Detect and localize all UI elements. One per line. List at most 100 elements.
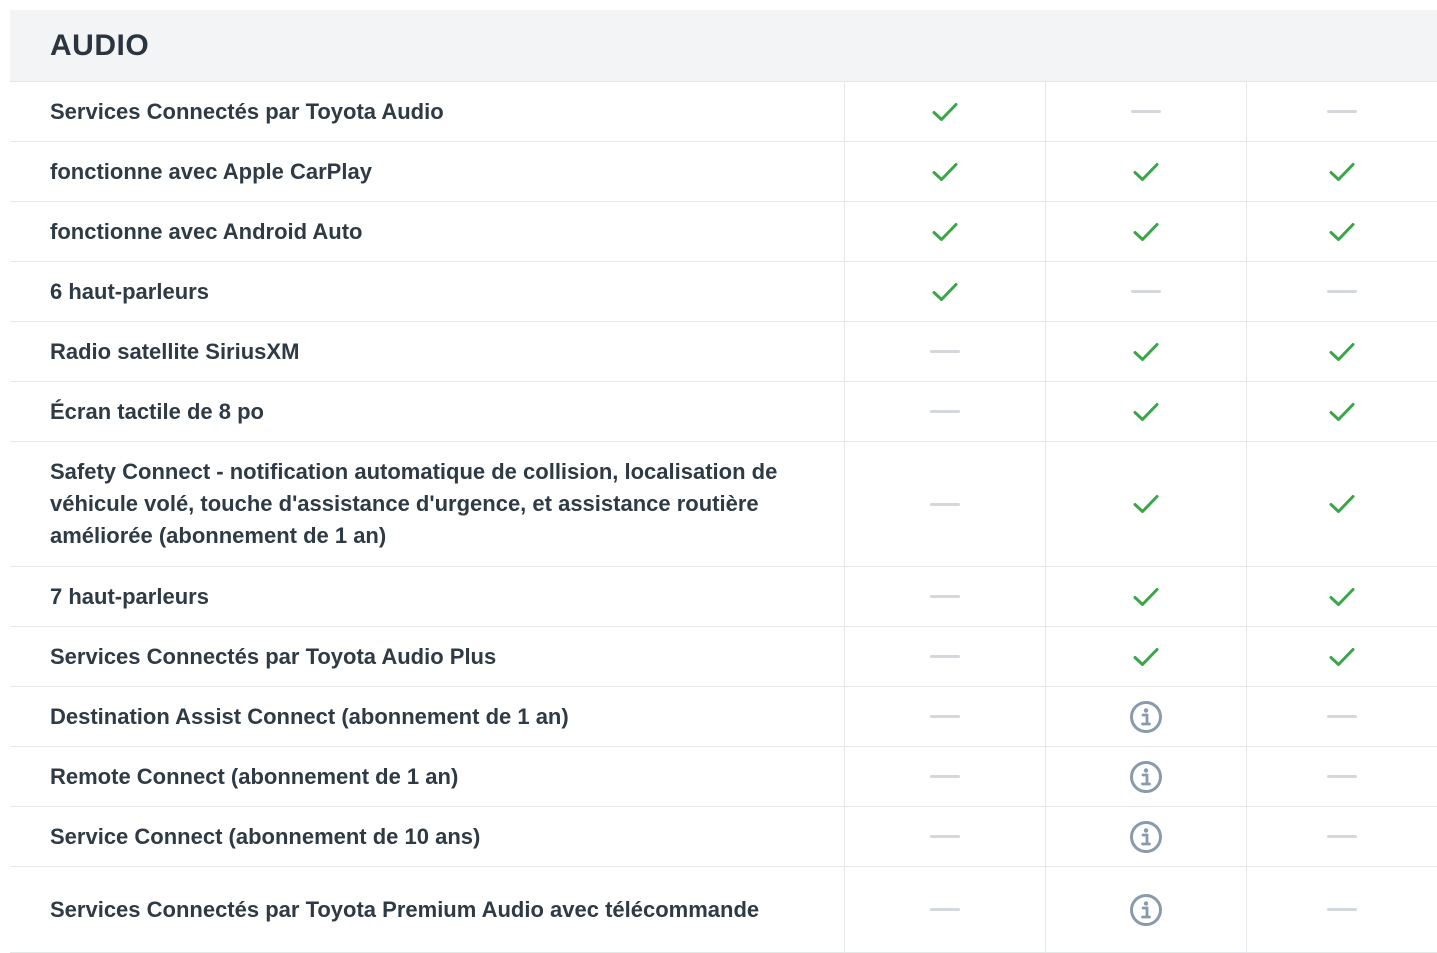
info-icon[interactable] bbox=[1129, 700, 1163, 734]
feature-row: Services Connectés par Toyota Audio bbox=[10, 82, 1437, 142]
trim-cell-1 bbox=[845, 807, 1046, 866]
trim-cell-1 bbox=[845, 322, 1046, 381]
trim-cell-3 bbox=[1247, 807, 1437, 866]
info-icon[interactable] bbox=[1129, 820, 1163, 854]
dash-icon bbox=[1131, 290, 1161, 293]
trim-cell-1 bbox=[845, 202, 1046, 261]
feature-row: 6 haut-parleurs bbox=[10, 262, 1437, 322]
trim-cell-1 bbox=[845, 567, 1046, 626]
section-title: AUDIO bbox=[50, 28, 150, 62]
dash-icon bbox=[1327, 835, 1357, 838]
check-icon bbox=[1329, 587, 1355, 607]
feature-label: 6 haut-parleurs bbox=[10, 262, 845, 321]
feature-label: Services Connectés par Toyota Audio bbox=[10, 82, 845, 141]
trim-cell-1 bbox=[845, 627, 1046, 686]
feature-row: Services Connectés par Toyota Audio Plus bbox=[10, 627, 1437, 687]
feature-label: Remote Connect (abonnement de 1 an) bbox=[10, 747, 845, 806]
check-icon bbox=[932, 102, 958, 122]
dash-icon bbox=[930, 655, 960, 658]
feature-row: Safety Connect - notification automatiqu… bbox=[10, 442, 1437, 567]
feature-row: Services Connectés par Toyota Premium Au… bbox=[10, 867, 1437, 953]
features-table: Services Connectés par Toyota Audio fonct… bbox=[10, 82, 1437, 953]
trim-cell-3 bbox=[1247, 322, 1437, 381]
trim-cell-2 bbox=[1046, 202, 1247, 261]
trim-cell-3 bbox=[1247, 142, 1437, 201]
trim-cell-3 bbox=[1247, 627, 1437, 686]
feature-label: Service Connect (abonnement de 10 ans) bbox=[10, 807, 845, 866]
trim-cell-1 bbox=[845, 442, 1046, 566]
dash-icon bbox=[930, 908, 960, 911]
feature-row: fonctionne avec Android Auto bbox=[10, 202, 1437, 262]
dash-icon bbox=[930, 410, 960, 413]
check-icon bbox=[1133, 494, 1159, 514]
dash-icon bbox=[1131, 110, 1161, 113]
feature-label: Radio satellite SiriusXM bbox=[10, 322, 845, 381]
dash-icon bbox=[930, 595, 960, 598]
trim-cell-3 bbox=[1247, 567, 1437, 626]
feature-row: fonctionne avec Apple CarPlay bbox=[10, 142, 1437, 202]
dash-icon bbox=[1327, 775, 1357, 778]
info-icon[interactable] bbox=[1129, 893, 1163, 927]
trim-cell-1 bbox=[845, 262, 1046, 321]
trim-cell-2 bbox=[1046, 262, 1247, 321]
check-icon bbox=[1133, 222, 1159, 242]
dash-icon bbox=[930, 350, 960, 353]
dash-icon bbox=[1327, 715, 1357, 718]
section-header[interactable]: AUDIO bbox=[10, 10, 1437, 82]
dash-icon bbox=[930, 835, 960, 838]
trim-cell-2 bbox=[1046, 82, 1247, 141]
trim-cell-2 bbox=[1046, 382, 1247, 441]
check-icon bbox=[1329, 494, 1355, 514]
check-icon bbox=[1329, 162, 1355, 182]
dash-icon bbox=[930, 715, 960, 718]
trim-cell-1 bbox=[845, 82, 1046, 141]
trim-cell-2 bbox=[1046, 627, 1247, 686]
trim-cell-2 bbox=[1046, 747, 1247, 806]
feature-row: Service Connect (abonnement de 10 ans) bbox=[10, 807, 1437, 867]
check-icon bbox=[1329, 402, 1355, 422]
trim-cell-2 bbox=[1046, 322, 1247, 381]
dash-icon bbox=[930, 775, 960, 778]
feature-row: Écran tactile de 8 po bbox=[10, 382, 1437, 442]
trim-cell-1 bbox=[845, 142, 1046, 201]
check-icon bbox=[932, 222, 958, 242]
trim-cell-3 bbox=[1247, 687, 1437, 746]
dash-icon bbox=[930, 502, 960, 506]
feature-label: fonctionne avec Android Auto bbox=[10, 202, 845, 261]
trim-cell-2 bbox=[1046, 567, 1247, 626]
check-icon bbox=[932, 282, 958, 302]
trim-cell-1 bbox=[845, 687, 1046, 746]
trim-cell-3 bbox=[1247, 262, 1437, 321]
trim-cell-2 bbox=[1046, 442, 1247, 566]
check-icon bbox=[1133, 402, 1159, 422]
check-icon bbox=[1329, 222, 1355, 242]
check-icon bbox=[1133, 587, 1159, 607]
trim-cell-3 bbox=[1247, 867, 1437, 952]
check-icon bbox=[1133, 647, 1159, 667]
info-icon[interactable] bbox=[1129, 760, 1163, 794]
features-page: AUDIO Services Connectés par Toyota Audi… bbox=[10, 10, 1437, 953]
trim-cell-2 bbox=[1046, 807, 1247, 866]
feature-row: Radio satellite SiriusXM bbox=[10, 322, 1437, 382]
check-icon bbox=[1133, 342, 1159, 362]
check-icon bbox=[932, 162, 958, 182]
check-icon bbox=[1133, 162, 1159, 182]
check-icon bbox=[1329, 647, 1355, 667]
trim-cell-1 bbox=[845, 382, 1046, 441]
feature-label: fonctionne avec Apple CarPlay bbox=[10, 142, 845, 201]
check-icon bbox=[1329, 342, 1355, 362]
feature-label: Safety Connect - notification automatiqu… bbox=[10, 442, 845, 566]
dash-icon bbox=[1327, 908, 1357, 911]
dash-icon bbox=[1327, 110, 1357, 113]
trim-cell-2 bbox=[1046, 867, 1247, 952]
feature-row: 7 haut-parleurs bbox=[10, 567, 1437, 627]
trim-cell-3 bbox=[1247, 82, 1437, 141]
feature-row: Destination Assist Connect (abonnement d… bbox=[10, 687, 1437, 747]
trim-cell-1 bbox=[845, 867, 1046, 952]
feature-label: 7 haut-parleurs bbox=[10, 567, 845, 626]
trim-cell-3 bbox=[1247, 202, 1437, 261]
feature-label: Services Connectés par Toyota Audio Plus bbox=[10, 627, 845, 686]
trim-cell-2 bbox=[1046, 687, 1247, 746]
trim-cell-3 bbox=[1247, 747, 1437, 806]
trim-cell-2 bbox=[1046, 142, 1247, 201]
